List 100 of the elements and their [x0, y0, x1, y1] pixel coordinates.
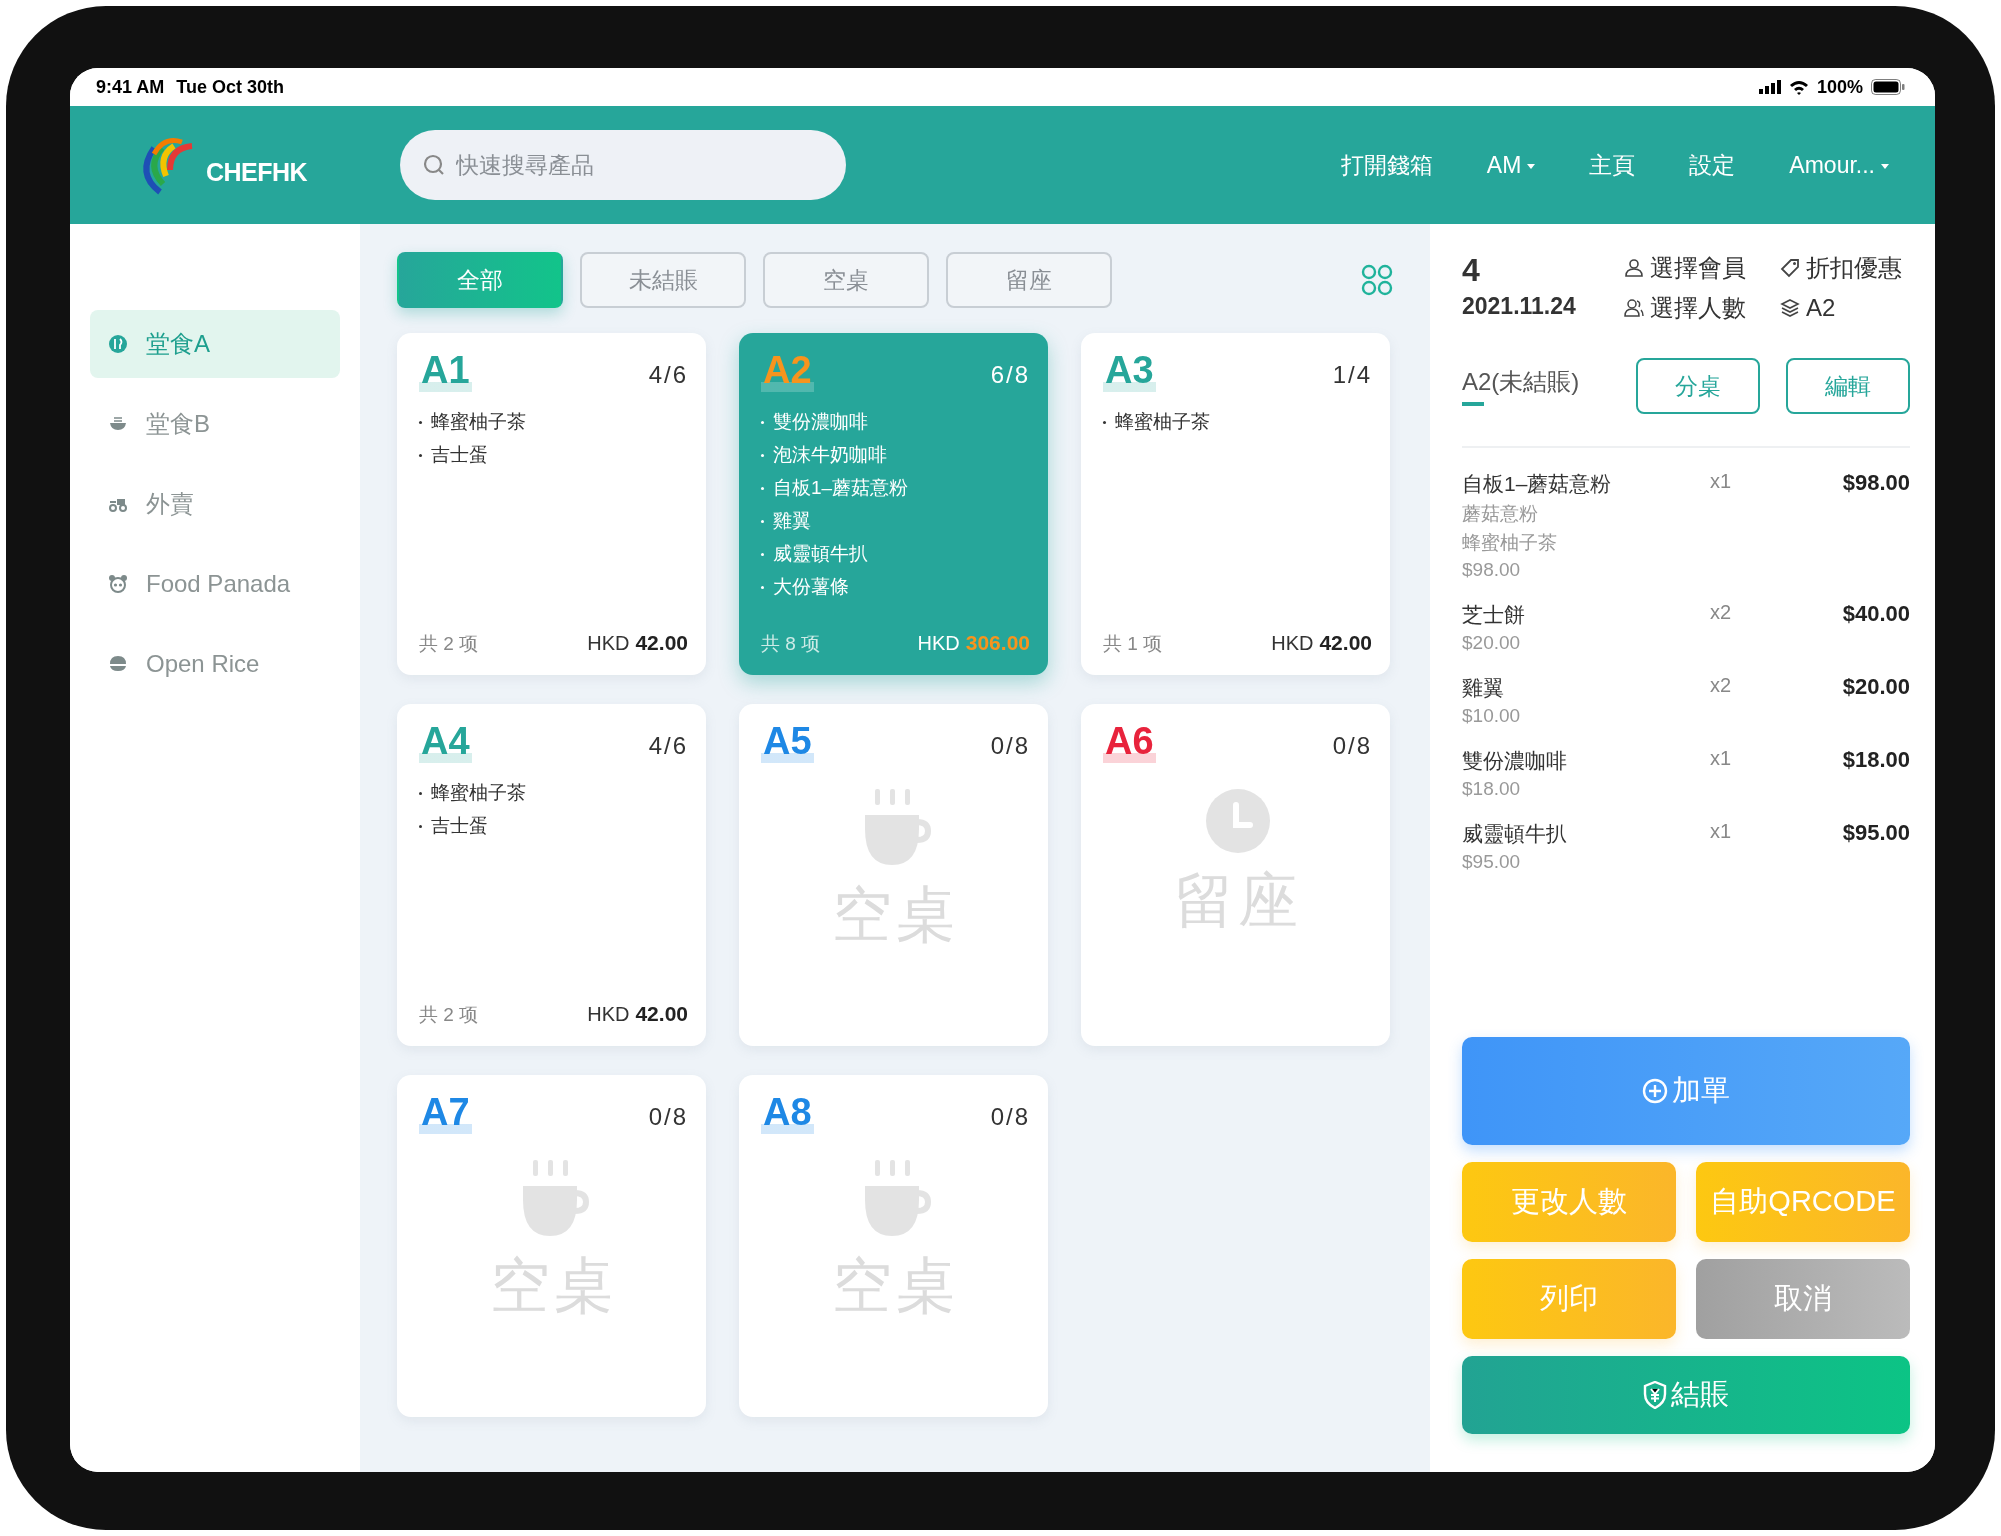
- logo-text: CHEFHK: [206, 157, 308, 187]
- item-amount: $20.00: [1841, 674, 1910, 700]
- dropdown-menu[interactable]: AM: [1486, 151, 1536, 179]
- action-button[interactable]: 加單: [1462, 1037, 1910, 1145]
- order-option[interactable]: 選擇人數: [1624, 292, 1774, 324]
- action-button[interactable]: 自助QRCODE: [1696, 1162, 1910, 1242]
- guest-count: 4/6: [648, 732, 688, 760]
- bullet-icon: [761, 486, 764, 490]
- nav-link[interactable]: 主頁: [1589, 149, 1636, 181]
- dropdown-menu[interactable]: Amour...: [1789, 151, 1889, 179]
- table-card[interactable]: A1 4/6 蜂蜜柚子茶 吉士蛋 共 2 项 HKD 42.00: [397, 333, 706, 675]
- order-item: 蜂蜜柚子茶: [431, 410, 526, 434]
- guest-count: 0/8: [990, 1103, 1030, 1131]
- bullet-icon: [419, 824, 422, 828]
- sidebar-item[interactable]: 堂食A: [90, 310, 340, 378]
- item-name: 芝士餅: [1462, 602, 1526, 628]
- search-field[interactable]: 快速搜尋產品: [400, 130, 846, 200]
- item-count: 共 1 项: [1103, 632, 1163, 656]
- order-option[interactable]: 折扣優惠: [1780, 252, 1910, 284]
- table-card[interactable]: A2 6/8 雙份濃咖啡 泡沫牛奶咖啡 自板1–蘑菇意粉 雞翼 威靈頓牛扒 大份薯條 共 8 项 HKD 306.00: [739, 333, 1048, 675]
- guest-count: 0/8: [1332, 732, 1372, 760]
- item-count: 共 2 项: [419, 1003, 479, 1027]
- filter-tab[interactable]: 留座: [946, 252, 1112, 308]
- member-icon: [1624, 258, 1644, 278]
- sidebar-item[interactable]: Food Panada: [90, 550, 340, 618]
- grid-view-icon: [1361, 264, 1393, 296]
- battery-icon: [1871, 79, 1905, 95]
- wifi-icon: [1788, 79, 1809, 95]
- item-amount: $98.00: [1841, 470, 1910, 496]
- bullet-icon: [1103, 420, 1106, 424]
- total-amount: 42.00: [635, 631, 688, 655]
- item-amount: $18.00: [1841, 747, 1910, 773]
- order-item: 大份薯條: [773, 575, 849, 599]
- bowl-icon: [108, 654, 128, 674]
- currency-label: HKD: [587, 1003, 630, 1026]
- table-card[interactable]: A3 1/4 蜂蜜柚子茶 共 1 项 HKD 42.00: [1081, 333, 1390, 675]
- total-amount: 306.00: [965, 631, 1030, 655]
- guest-count: 1/4: [1332, 361, 1372, 389]
- filter-tab[interactable]: 空桌: [763, 252, 929, 308]
- order-item: 蜂蜜柚子茶: [431, 781, 526, 805]
- bullet-icon: [761, 453, 764, 457]
- nav-link[interactable]: 設定: [1689, 149, 1736, 181]
- filter-tab[interactable]: 未結賬: [580, 252, 746, 308]
- order-item: 蜂蜜柚子茶: [1115, 410, 1210, 434]
- total-amount: 42.00: [1319, 631, 1372, 655]
- order-item: 吉士蛋: [431, 814, 488, 838]
- bullet-icon: [419, 453, 422, 457]
- order-option[interactable]: 選擇會員: [1624, 252, 1774, 284]
- people-icon: [1624, 298, 1644, 318]
- sidebar-item[interactable]: 堂食B: [90, 390, 340, 458]
- bullet-icon: [761, 552, 764, 556]
- item-name: 威靈頓牛扒: [1462, 821, 1568, 847]
- guest-number: 4: [1462, 252, 1481, 289]
- layers-icon: [1780, 298, 1800, 318]
- currency-label: HKD: [1271, 632, 1314, 655]
- item-option: 蜂蜜柚子茶: [1462, 530, 1710, 556]
- action-button[interactable]: 取消: [1696, 1259, 1910, 1339]
- unit-price: $10.00: [1462, 705, 1522, 727]
- unit-price: $98.00: [1462, 559, 1522, 581]
- panda-icon: [108, 574, 128, 594]
- item-quantity: x1: [1710, 747, 1733, 770]
- action-button[interactable]: 列印: [1462, 1259, 1676, 1339]
- signal-icon: [1758, 80, 1781, 94]
- utensils-icon: [108, 334, 128, 354]
- total-amount: 42.00: [635, 1002, 688, 1026]
- table-card[interactable]: A4 4/6 蜂蜜柚子茶 吉士蛋 共 2 项 HKD 42.00: [397, 704, 706, 1046]
- bullet-icon: [761, 519, 764, 523]
- unit-price: $95.00: [1462, 851, 1522, 873]
- action-button[interactable]: 結賬: [1462, 1356, 1910, 1434]
- item-count: 共 2 项: [419, 632, 479, 656]
- item-quantity: x2: [1710, 601, 1733, 624]
- shield-yen-icon: [1643, 1381, 1667, 1409]
- filter-tab[interactable]: 全部: [397, 252, 563, 308]
- battery-percent: 100%: [1816, 76, 1863, 98]
- guest-count: 4/6: [648, 361, 688, 389]
- order-option[interactable]: A2: [1780, 292, 1910, 324]
- status-time: 9:41 AM: [96, 76, 165, 98]
- bullet-icon: [419, 791, 422, 795]
- item-quantity: x1: [1710, 820, 1733, 843]
- item-name: 雙份濃咖啡: [1462, 748, 1568, 774]
- sidebar-item[interactable]: 外賣: [90, 470, 340, 538]
- guest-count: 0/8: [990, 732, 1030, 760]
- outline-button[interactable]: 分桌: [1636, 358, 1760, 414]
- order-item: 雙份濃咖啡: [773, 410, 868, 434]
- outline-button[interactable]: 編輯: [1786, 358, 1910, 414]
- guest-count: 0/8: [648, 1103, 688, 1131]
- action-button[interactable]: 更改人數: [1462, 1162, 1676, 1242]
- caret-icon: [1527, 163, 1536, 169]
- sidebar-item[interactable]: Open Rice: [90, 630, 340, 698]
- order-item: 泡沫牛奶咖啡: [773, 443, 887, 467]
- item-quantity: x1: [1710, 470, 1733, 493]
- unit-price: $18.00: [1462, 778, 1522, 800]
- item-name: 雞翼: [1462, 675, 1505, 701]
- item-name: 自板1–蘑菇意粉: [1462, 471, 1613, 497]
- guest-count: 6/8: [990, 361, 1030, 389]
- tag-icon: [1780, 258, 1800, 278]
- unit-price: $20.00: [1462, 632, 1522, 654]
- nav-link[interactable]: 打開錢箱: [1340, 149, 1433, 181]
- caret-icon: [1881, 163, 1889, 169]
- bullet-icon: [761, 585, 764, 589]
